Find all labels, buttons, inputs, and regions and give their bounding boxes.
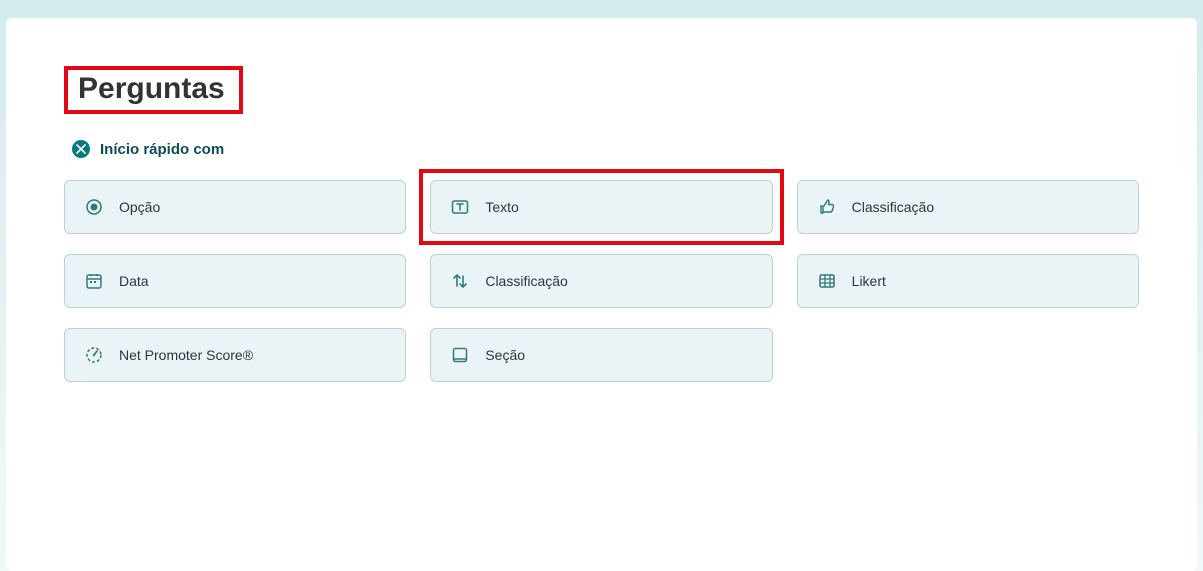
- option-choice[interactable]: Opção: [64, 180, 406, 234]
- text-icon: [451, 198, 469, 216]
- option-date[interactable]: Data: [64, 254, 406, 308]
- option-label: Classificação: [852, 199, 934, 215]
- option-label: Opção: [119, 199, 160, 215]
- option-likert[interactable]: Likert: [797, 254, 1139, 308]
- grid-icon: [818, 272, 836, 290]
- option-ranking[interactable]: Classificação: [430, 254, 772, 308]
- sort-icon: [451, 272, 469, 290]
- option-label: Texto: [485, 199, 518, 215]
- option-label: Likert: [852, 273, 886, 289]
- option-section[interactable]: Seção: [430, 328, 772, 382]
- gauge-icon: [85, 346, 103, 364]
- radio-icon: [85, 198, 103, 216]
- option-label: Classificação: [485, 273, 567, 289]
- close-icon[interactable]: [72, 140, 90, 158]
- option-text[interactable]: Texto: [430, 180, 772, 234]
- text-highlight: [419, 169, 783, 245]
- page-title: Perguntas: [78, 72, 225, 106]
- title-highlight: Perguntas: [64, 66, 243, 114]
- option-label: Seção: [485, 347, 525, 363]
- questions-card: Perguntas Início rápido com Opção Texto …: [6, 18, 1197, 571]
- option-label: Data: [119, 273, 149, 289]
- thumb-icon: [818, 198, 836, 216]
- option-nps[interactable]: Net Promoter Score®: [64, 328, 406, 382]
- section-icon: [451, 346, 469, 364]
- quickstart-label: Início rápido com: [100, 141, 224, 158]
- option-label: Net Promoter Score®: [119, 347, 253, 363]
- question-type-grid: Opção Texto Classificação Data Cl: [64, 180, 1139, 382]
- quickstart-row: Início rápido com: [72, 140, 1139, 158]
- option-rating[interactable]: Classificação: [797, 180, 1139, 234]
- calendar-icon: [85, 272, 103, 290]
